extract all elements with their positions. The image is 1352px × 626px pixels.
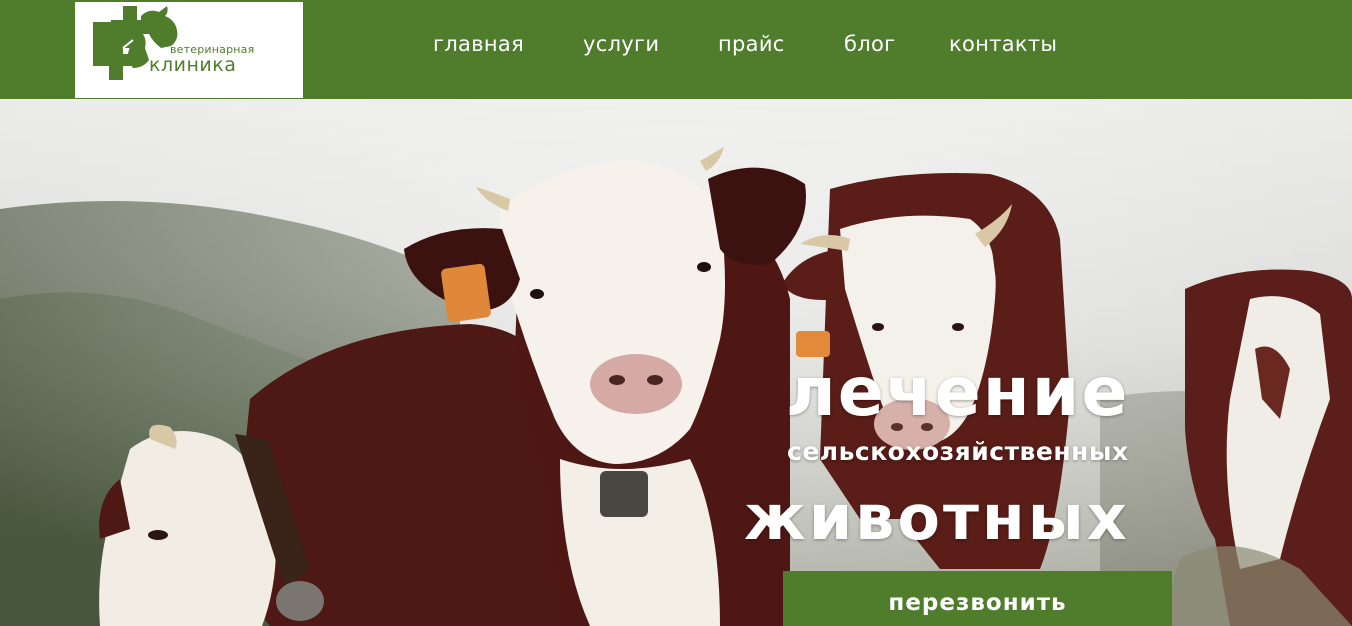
nav-item-blog[interactable]: блог: [844, 32, 895, 56]
header: ветеринарная клиника главная услуги прай…: [0, 0, 1352, 99]
hero-title-line3: животных: [744, 481, 1130, 554]
hero-title-line2: сельскохозяйственных: [787, 437, 1129, 466]
nav-item-prices[interactable]: прайс: [718, 32, 785, 56]
nav-item-home[interactable]: главная: [433, 32, 524, 56]
nav-item-contacts[interactable]: контакты: [949, 32, 1057, 56]
hero-background-image: [0, 99, 1352, 626]
page: ветеринарная клиника главная услуги прай…: [0, 0, 1352, 626]
callback-button[interactable]: перезвонить: [783, 571, 1172, 626]
hero-title-line1: лечение: [786, 353, 1130, 432]
nav-item-services[interactable]: услуги: [583, 32, 659, 56]
main-nav: главная услуги прайс блог контакты: [0, 0, 1352, 92]
hero-banner: лечение сельскохозяйственных животных пе…: [0, 99, 1352, 626]
